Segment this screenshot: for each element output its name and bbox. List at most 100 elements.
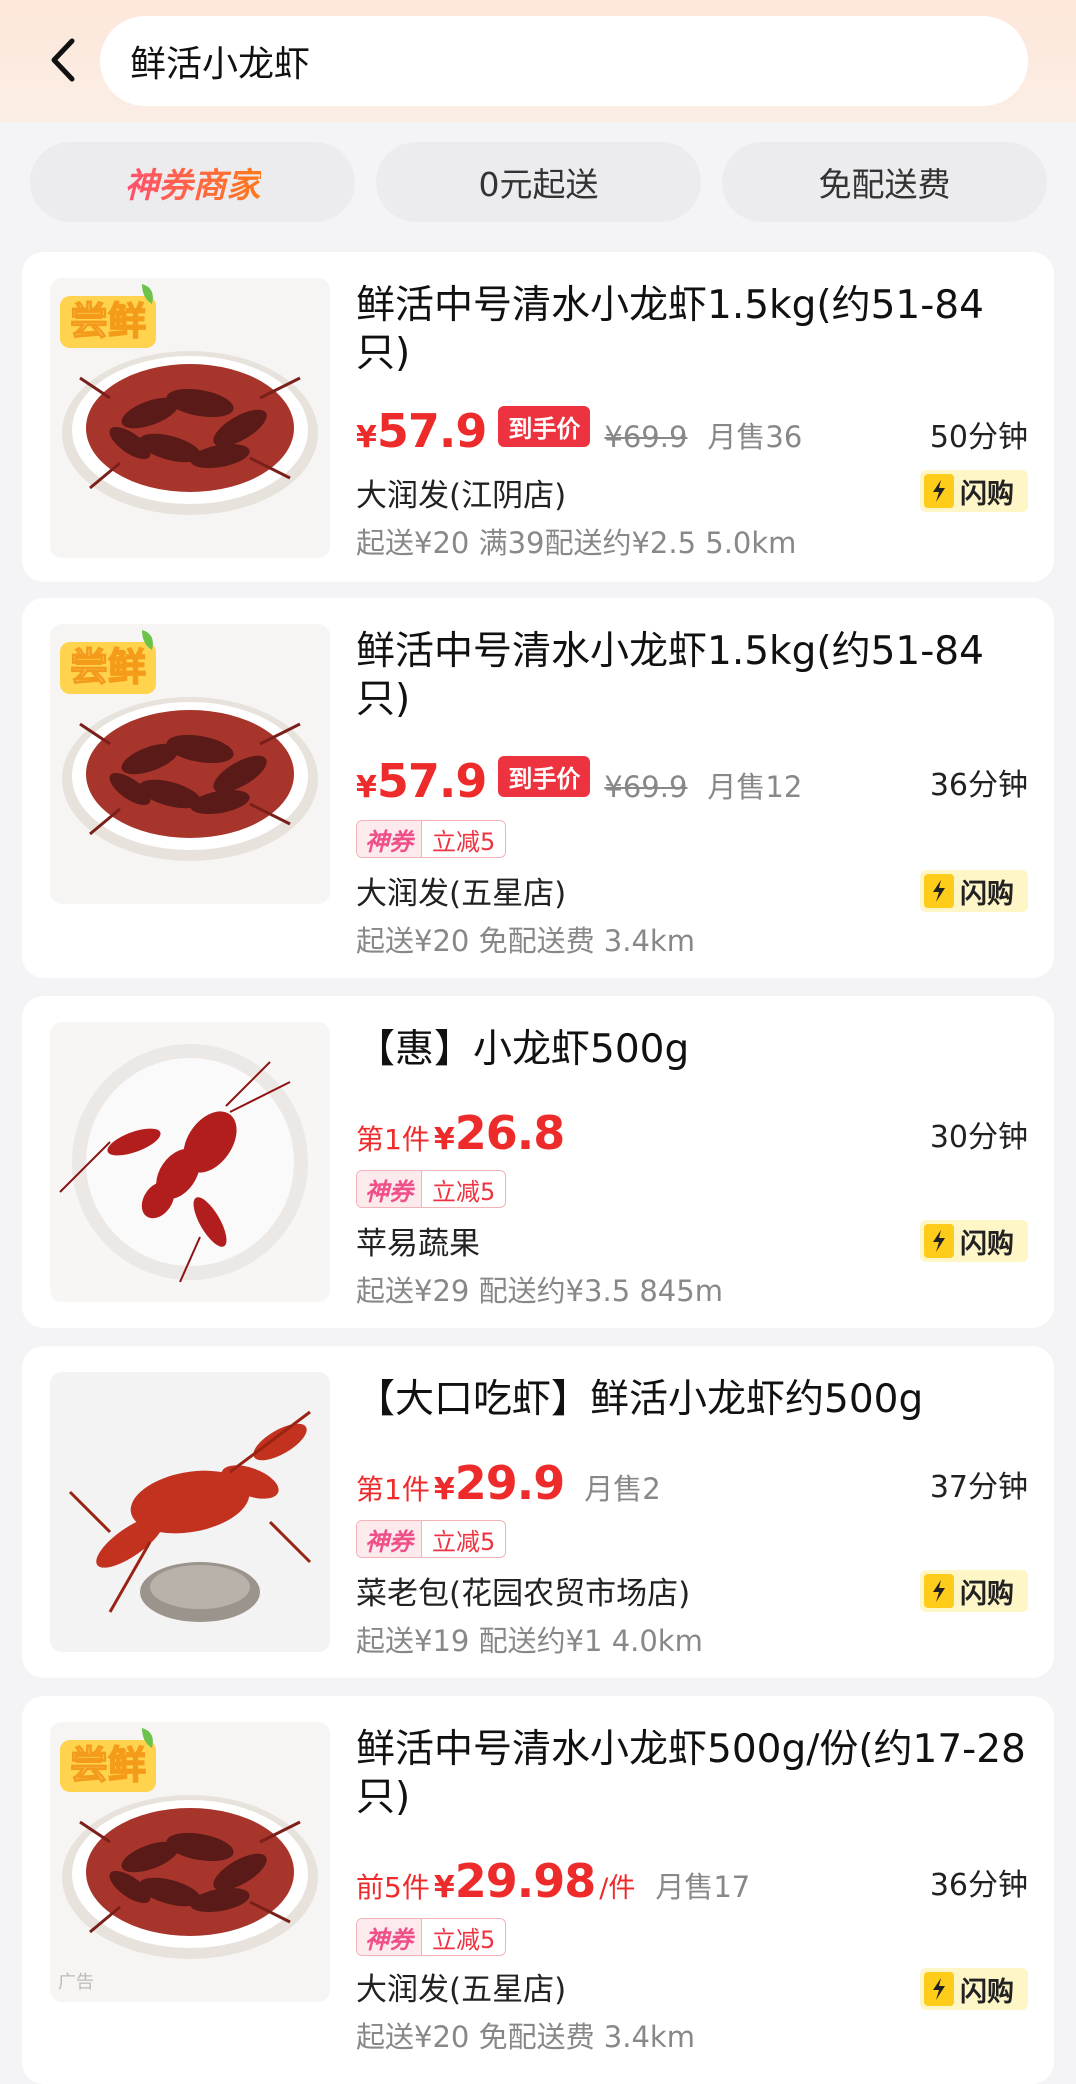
product-thumbnail[interactable]: 尝鲜 广告 bbox=[50, 1722, 330, 2002]
coupon-badge: 神券 立减5 bbox=[356, 1170, 507, 1208]
product-title[interactable]: 鲜活中号清水小龙虾500g/份(约17-28只) bbox=[356, 1726, 1028, 1822]
delivery-time: 50分钟 bbox=[929, 420, 1028, 455]
monthly-sales: 月售12 bbox=[707, 770, 803, 804]
flash-purchase-label: 闪购 bbox=[960, 1578, 1014, 1610]
product-thumbnail[interactable] bbox=[50, 1022, 330, 1302]
filter-chip-free-delivery[interactable]: 免配送费 bbox=[722, 142, 1047, 222]
coupon-brand: 神券 bbox=[357, 821, 421, 857]
product-card[interactable]: 【大口吃虾】鲜活小龙虾约500g 第1件 ¥29.9 月售2 神券 立减5 37分钟 闪购 菜老… bbox=[22, 1346, 1054, 1678]
flash-purchase-label: 闪购 bbox=[960, 1976, 1014, 2008]
search-header: 鲜活小龙虾 bbox=[0, 0, 1076, 122]
product-card[interactable]: 尝鲜 广告 鲜活中号清水小龙虾500g/份(约17-28只) 前5件 ¥29.98/件… bbox=[22, 1696, 1054, 2084]
svg-text:尝鲜: 尝鲜 bbox=[70, 1743, 146, 1787]
flash-purchase-label: 闪购 bbox=[960, 878, 1014, 910]
delivery-info: 起送¥20 免配送费 3.4km bbox=[356, 2020, 695, 2054]
search-input[interactable]: 鲜活小龙虾 bbox=[100, 16, 1028, 106]
product-info: 【大口吃虾】鲜活小龙虾约500g 第1件 ¥29.9 月售2 神券 立减5 37分钟 闪购 菜老… bbox=[356, 1346, 1028, 1678]
flash-purchase-badge: 闪购 bbox=[920, 1968, 1028, 2010]
product-title[interactable]: 鲜活中号清水小龙虾1.5kg(约51-84只) bbox=[356, 628, 1028, 724]
filter-chip-label: 免配送费 bbox=[818, 165, 951, 204]
currency-symbol: ¥ bbox=[356, 420, 377, 455]
store-name[interactable]: 苹易蔬果 bbox=[356, 1218, 480, 1263]
product-title[interactable]: 【大口吃虾】鲜活小龙虾约500g bbox=[356, 1376, 1028, 1424]
lightning-bag-icon bbox=[924, 1224, 954, 1258]
search-query-text: 鲜活小龙虾 bbox=[130, 44, 311, 85]
price-value: 29.98 bbox=[454, 1854, 597, 1908]
currency-symbol: ¥ bbox=[433, 1870, 455, 1905]
crayfish-plate-image: 尝鲜 bbox=[50, 1722, 330, 2002]
delivery-info: 起送¥29 配送约¥3.5 845m bbox=[356, 1274, 723, 1308]
currency-symbol: ¥ bbox=[356, 770, 377, 805]
final-price-tag: 到手价 bbox=[498, 406, 591, 447]
delivery-time: 36分钟 bbox=[929, 768, 1028, 803]
product-thumbnail[interactable] bbox=[50, 1372, 330, 1652]
delivery-info: 起送¥20 免配送费 3.4km bbox=[356, 924, 695, 958]
lightning-bag-icon bbox=[924, 474, 954, 508]
flash-purchase-badge: 闪购 bbox=[920, 870, 1028, 912]
product-info: 鲜活中号清水小龙虾1.5kg(约51-84只) ¥57.9 到手价 ¥69.9 月售12… bbox=[356, 598, 1028, 978]
product-title[interactable]: 【惠】小龙虾500g bbox=[356, 1026, 1028, 1074]
single-crayfish-image bbox=[50, 1022, 330, 1302]
store-name[interactable]: 大润发(江阴店) bbox=[356, 470, 566, 515]
coupon-badge: 神券 立减5 bbox=[356, 1918, 507, 1956]
filter-chip-label: 神券商家 bbox=[125, 158, 261, 207]
coupon-value: 立减5 bbox=[421, 821, 505, 857]
lightning-bag-icon bbox=[924, 1972, 954, 2006]
flash-purchase-badge: 闪购 bbox=[920, 1570, 1028, 1612]
coupon-brand: 神券 bbox=[357, 1919, 421, 1955]
store-name[interactable]: 菜老包(花园农贸市场店) bbox=[356, 1568, 690, 1613]
price-prefix: 第1件 bbox=[356, 1123, 430, 1156]
price-value: 29.9 bbox=[454, 1456, 565, 1510]
delivery-info: 起送¥19 配送约¥1 4.0km bbox=[356, 1624, 703, 1658]
lightning-bag-icon bbox=[924, 874, 954, 908]
coupon-brand: 神券 bbox=[357, 1521, 421, 1557]
product-card[interactable]: 【惠】小龙虾500g 第1件 ¥26.8 神券 立减5 30分钟 闪购 苹易蔬果 起送¥29 配… bbox=[22, 996, 1054, 1328]
price-row: 第1件 ¥29.9 月售2 bbox=[356, 1456, 661, 1510]
product-thumbnail[interactable]: 尝鲜 bbox=[50, 278, 330, 558]
product-card[interactable]: 尝鲜 鲜活中号清水小龙虾1.5kg(约51-84只) ¥57.9 到手价 ¥69.9 月… bbox=[22, 252, 1054, 582]
flash-purchase-label: 闪购 bbox=[960, 478, 1014, 510]
filter-chip-coupon-merchant[interactable]: 神券商家 bbox=[30, 142, 355, 222]
crayfish-on-rock-image bbox=[50, 1372, 330, 1652]
price-row: ¥57.9 到手价 ¥69.9 月售36 bbox=[356, 404, 802, 458]
product-info: 【惠】小龙虾500g 第1件 ¥26.8 神券 立减5 30分钟 闪购 苹易蔬果 起送¥29 配… bbox=[356, 996, 1028, 1328]
product-info: 鲜活中号清水小龙虾500g/份(约17-28只) 前5件 ¥29.98/件 月售17 神… bbox=[356, 1696, 1028, 2084]
price-prefix: 第1件 bbox=[356, 1473, 430, 1506]
filter-chip-label: 0元起送 bbox=[478, 165, 599, 204]
flash-purchase-badge: 闪购 bbox=[920, 1220, 1028, 1262]
original-price: ¥69.9 bbox=[604, 420, 688, 454]
price-row: ¥57.9 到手价 ¥69.9 月售12 bbox=[356, 754, 802, 808]
monthly-sales: 月售2 bbox=[584, 1472, 661, 1506]
filter-bar: 神券商家 0元起送 免配送费 bbox=[0, 122, 1076, 232]
product-card[interactable]: 尝鲜 鲜活中号清水小龙虾1.5kg(约51-84只) ¥57.9 到手价 ¥69.9 月… bbox=[22, 598, 1054, 978]
price-value: 57.9 bbox=[376, 404, 487, 458]
filter-chip-zero-minimum[interactable]: 0元起送 bbox=[376, 142, 701, 222]
coupon-value: 立减5 bbox=[421, 1919, 505, 1955]
delivery-info: 起送¥20 满39配送约¥2.5 5.0km bbox=[356, 526, 797, 560]
product-title[interactable]: 鲜活中号清水小龙虾1.5kg(约51-84只) bbox=[356, 282, 1028, 378]
price-row: 第1件 ¥26.8 bbox=[356, 1106, 565, 1160]
crayfish-plate-image: 尝鲜 bbox=[50, 278, 330, 558]
monthly-sales: 月售17 bbox=[655, 1870, 751, 1904]
coupon-value: 立减5 bbox=[421, 1171, 505, 1207]
delivery-time: 36分钟 bbox=[929, 1868, 1028, 1903]
delivery-time: 37分钟 bbox=[929, 1470, 1028, 1505]
store-name[interactable]: 大润发(五星店) bbox=[356, 868, 566, 913]
store-name[interactable]: 大润发(五星店) bbox=[356, 1964, 566, 2009]
ad-mark: 广告 bbox=[58, 1972, 94, 1993]
coupon-badge: 神券 立减5 bbox=[356, 1520, 507, 1558]
price-value: 26.8 bbox=[454, 1106, 565, 1160]
product-thumbnail[interactable]: 尝鲜 bbox=[50, 624, 330, 904]
coupon-value: 立减5 bbox=[421, 1521, 505, 1557]
currency-symbol: ¥ bbox=[433, 1122, 455, 1157]
back-button[interactable] bbox=[38, 30, 88, 90]
price-unit: /件 bbox=[599, 1873, 636, 1904]
price-row: 前5件 ¥29.98/件 月售17 bbox=[356, 1854, 750, 1908]
price-prefix: 前5件 bbox=[356, 1871, 430, 1904]
chevron-left-icon bbox=[51, 38, 75, 82]
crayfish-plate-image: 尝鲜 bbox=[50, 624, 330, 904]
flash-purchase-badge: 闪购 bbox=[920, 470, 1028, 512]
svg-text:尝鲜: 尝鲜 bbox=[70, 299, 146, 343]
coupon-badge: 神券 立减5 bbox=[356, 820, 507, 858]
flash-purchase-label: 闪购 bbox=[960, 1228, 1014, 1260]
